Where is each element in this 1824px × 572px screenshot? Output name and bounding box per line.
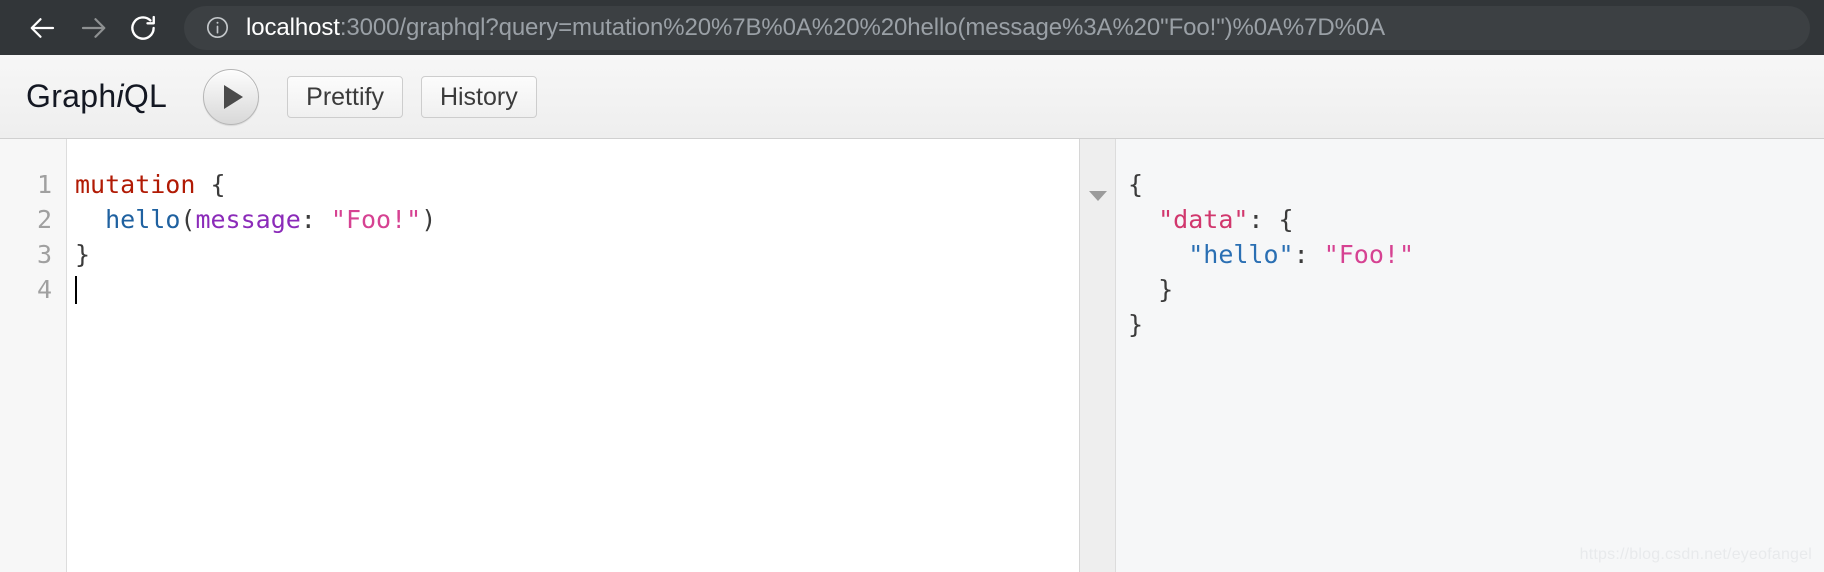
line-number: 4 xyxy=(36,275,52,304)
result-line-1: { xyxy=(1128,167,1824,202)
line-number: 1 xyxy=(36,170,52,199)
reload-button[interactable] xyxy=(118,3,168,53)
result-separator: : xyxy=(1293,240,1324,269)
logo-suffix: QL xyxy=(123,78,168,114)
result-value-hello: "Foo!" xyxy=(1323,240,1414,269)
result-close-brace: } xyxy=(1128,310,1144,339)
token-open-brace: { xyxy=(210,170,226,199)
address-bar[interactable]: localhost:3000/graphql?query=mutation%20… xyxy=(184,5,1810,50)
watermark: https://blog.csdn.net/eyeofangel xyxy=(1579,546,1812,563)
code-line-3: } xyxy=(75,237,1079,272)
result-open-brace: { xyxy=(1128,170,1144,199)
token-argument-message: message xyxy=(195,205,301,234)
result-indent xyxy=(1128,240,1188,269)
prettify-button[interactable]: Prettify xyxy=(287,75,403,118)
token-colon: : xyxy=(300,205,331,234)
result-line-3: "hello": "Foo!" xyxy=(1128,237,1824,272)
logo-prefix: Graph xyxy=(26,78,117,114)
arrow-right-icon xyxy=(78,13,108,43)
query-code-area[interactable]: mutation { hello(message: "Foo!") } xyxy=(67,139,1079,572)
result-key-data-rest: : { xyxy=(1248,205,1294,234)
history-button[interactable]: History xyxy=(420,75,537,118)
line-number: 3 xyxy=(36,240,52,269)
result-line-5: } xyxy=(1128,307,1824,342)
token-close-paren: ) xyxy=(421,205,437,234)
line-number: 2 xyxy=(36,205,52,234)
result-key-data: "data" xyxy=(1158,205,1249,234)
code-line-2: hello(message: "Foo!") xyxy=(75,202,1079,237)
forward-button[interactable] xyxy=(68,3,118,53)
result-key-hello: "hello" xyxy=(1188,240,1294,269)
result-indent xyxy=(1128,205,1158,234)
play-icon xyxy=(224,84,244,109)
result-fold-gutter[interactable] xyxy=(1080,139,1116,572)
result-inner-close-brace: } xyxy=(1158,275,1174,304)
back-button[interactable] xyxy=(18,3,68,53)
token-keyword-mutation: mutation xyxy=(75,170,196,199)
url-host: localhost xyxy=(246,13,340,41)
reload-icon xyxy=(128,13,158,43)
token-string-value: "Foo!" xyxy=(330,205,422,234)
logo-italic-i: i xyxy=(116,78,124,114)
result-line-4: } xyxy=(1128,272,1824,307)
chevron-down-fold-icon[interactable] xyxy=(1088,191,1107,201)
text-cursor xyxy=(75,276,77,304)
browser-window: localhost:3000/graphql?query=mutation%20… xyxy=(0,0,1824,572)
arrow-left-icon xyxy=(28,13,58,43)
execute-query-button[interactable] xyxy=(203,68,260,125)
token-open-paren: ( xyxy=(180,205,196,234)
result-line-2: "data": { xyxy=(1128,202,1824,237)
result-viewer-pane[interactable]: { "data": { "hello": "Foo!" } } https://… xyxy=(1080,139,1824,572)
editor-panes: 1 2 3 4 mutation { hello(message: "Foo!"… xyxy=(0,139,1824,572)
graphiql-toolbar: GraphiQL Prettify History xyxy=(0,55,1824,139)
url-path: :3000/graphql?query=mutation%20%7B%0A%20… xyxy=(339,13,1386,41)
query-line-number-gutter: 1 2 3 4 xyxy=(0,139,67,572)
browser-toolbar: localhost:3000/graphql?query=mutation%20… xyxy=(0,0,1824,55)
token-field-hello: hello xyxy=(105,205,181,234)
query-editor-pane[interactable]: 1 2 3 4 mutation { hello(message: "Foo!"… xyxy=(0,139,1080,572)
code-line-4 xyxy=(75,272,1079,307)
info-circle-icon[interactable] xyxy=(204,15,230,41)
result-indent xyxy=(1128,275,1158,304)
code-line-1: mutation { xyxy=(75,167,1079,202)
graphiql-logo: GraphiQL xyxy=(26,78,167,115)
url-text: localhost:3000/graphql?query=mutation%20… xyxy=(246,6,1385,50)
result-code-area: { "data": { "hello": "Foo!" } } xyxy=(1116,139,1824,572)
token-close-brace: } xyxy=(75,240,91,269)
